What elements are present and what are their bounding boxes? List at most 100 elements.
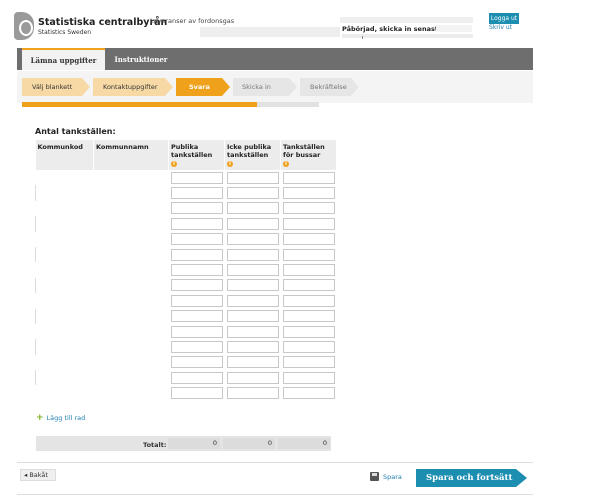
icke-publika-input[interactable]: [226, 340, 279, 353]
kommunnamn-cell: [94, 247, 169, 262]
save-button[interactable]: Spara: [370, 472, 402, 481]
tab-lamna-uppgifter[interactable]: Lämna uppgifter: [22, 48, 105, 70]
table-row: [35, 277, 337, 294]
kommunnamn-cell: [94, 370, 169, 385]
publika-input[interactable]: [170, 217, 223, 230]
bussar-input[interactable]: [282, 264, 335, 277]
kommunkod-cell: [36, 355, 94, 370]
publika-input[interactable]: [170, 294, 223, 307]
kommunkod-cell: [35, 370, 94, 386]
publika-input[interactable]: [170, 310, 223, 323]
step-arrow: [351, 78, 359, 96]
input-cell: [281, 370, 337, 385]
icke-publika-input[interactable]: [226, 202, 279, 215]
bussar-input[interactable]: [282, 325, 335, 338]
info-icon[interactable]: i: [171, 161, 177, 167]
icke-publika-input[interactable]: [226, 248, 279, 261]
save-label: Spara: [383, 472, 402, 481]
table-row: [35, 216, 337, 232]
bussar-input[interactable]: [282, 387, 335, 400]
publika-input[interactable]: [170, 233, 223, 246]
input-cell: [169, 278, 225, 293]
icke-publika-input[interactable]: [226, 279, 279, 292]
input-cell: [281, 339, 337, 354]
bussar-input[interactable]: [282, 202, 335, 215]
bussar-input[interactable]: [282, 233, 335, 246]
kommunkod-cell: [36, 385, 94, 400]
publika-input[interactable]: [170, 248, 223, 261]
save-continue-arrow[interactable]: [516, 469, 527, 487]
publika-input[interactable]: [170, 171, 223, 184]
tab-instruktioner[interactable]: Instruktioner: [108, 50, 174, 70]
publika-input[interactable]: [170, 356, 223, 369]
total-icke-publika: 0: [223, 438, 275, 449]
input-cell: [281, 309, 337, 324]
kommunnamn-cell: [94, 232, 169, 247]
publika-input[interactable]: [170, 387, 223, 400]
print-link[interactable]: Skriv ut: [489, 24, 512, 31]
bussar-input[interactable]: [282, 310, 335, 323]
bussar-input[interactable]: [282, 340, 335, 353]
survey-title: Leveranser av fordonsgas: [150, 17, 235, 25]
icke-publika-input[interactable]: [226, 371, 279, 384]
icke-publika-input[interactable]: [226, 264, 279, 277]
bussar-input[interactable]: [282, 279, 335, 292]
icke-publika-input[interactable]: [226, 310, 279, 323]
kommunnamn-cell: [94, 201, 169, 216]
bussar-input[interactable]: [282, 217, 335, 230]
col-label: Icke publika tankställen: [227, 143, 272, 159]
input-cell: [169, 170, 225, 185]
scb-logo-icon: [14, 12, 34, 40]
totals-label: Totalt:: [143, 441, 167, 449]
publika-input[interactable]: [170, 264, 223, 277]
publika-input[interactable]: [170, 325, 223, 338]
bussar-input[interactable]: [282, 171, 335, 184]
footer-divider: [17, 462, 533, 463]
publika-input[interactable]: [170, 279, 223, 292]
add-row-link[interactable]: + Lägg till rad: [36, 413, 85, 423]
bussar-input[interactable]: [282, 248, 335, 261]
icke-publika-input[interactable]: [226, 294, 279, 307]
add-row-label: Lägg till rad: [46, 414, 86, 422]
info-icon[interactable]: i: [227, 161, 233, 167]
input-cell: [225, 293, 281, 308]
kommunkod-cell: [35, 308, 94, 324]
kommunkod-cell: [36, 293, 94, 308]
info-icon[interactable]: i: [283, 161, 289, 167]
input-cell: [281, 293, 337, 308]
publika-input[interactable]: [170, 371, 223, 384]
icke-publika-input[interactable]: [226, 356, 279, 369]
icke-publika-input[interactable]: [226, 325, 279, 338]
step-skicka-in: Skicka in: [233, 78, 289, 96]
kommunkod-cell: [35, 216, 94, 232]
table-row: [35, 246, 337, 263]
input-cell: [169, 355, 225, 370]
icke-publika-input[interactable]: [226, 387, 279, 400]
org-name: Statistiska centralbyrån: [38, 16, 168, 28]
save-and-continue-button[interactable]: Spara och fortsätt: [416, 469, 516, 487]
back-button[interactable]: ◂ Bakåt: [20, 469, 56, 481]
bussar-input[interactable]: [282, 294, 335, 307]
col-label: Tankställen för bussar: [283, 143, 325, 159]
icke-publika-input[interactable]: [226, 187, 279, 200]
step-valj-blankett[interactable]: Välj blankett: [22, 78, 82, 96]
bussar-input[interactable]: [282, 371, 335, 384]
input-cell: [225, 216, 281, 231]
publika-input[interactable]: [170, 202, 223, 215]
kommunkod-cell: [35, 246, 94, 263]
input-cell: [281, 324, 337, 339]
table-row: [36, 293, 337, 308]
publika-input[interactable]: [170, 187, 223, 200]
step-kontaktuppgifter[interactable]: Kontaktuppgifter: [93, 78, 165, 96]
table-row: [36, 355, 337, 370]
icke-publika-input[interactable]: [226, 171, 279, 184]
icke-publika-input[interactable]: [226, 233, 279, 246]
publika-input[interactable]: [170, 340, 223, 353]
logout-button[interactable]: Logga ut: [489, 13, 519, 24]
icke-publika-input[interactable]: [226, 217, 279, 230]
input-cell: [225, 232, 281, 247]
bussar-input[interactable]: [282, 356, 335, 369]
input-cell: [225, 247, 281, 262]
step-arrow: [222, 78, 230, 96]
bussar-input[interactable]: [282, 187, 335, 200]
